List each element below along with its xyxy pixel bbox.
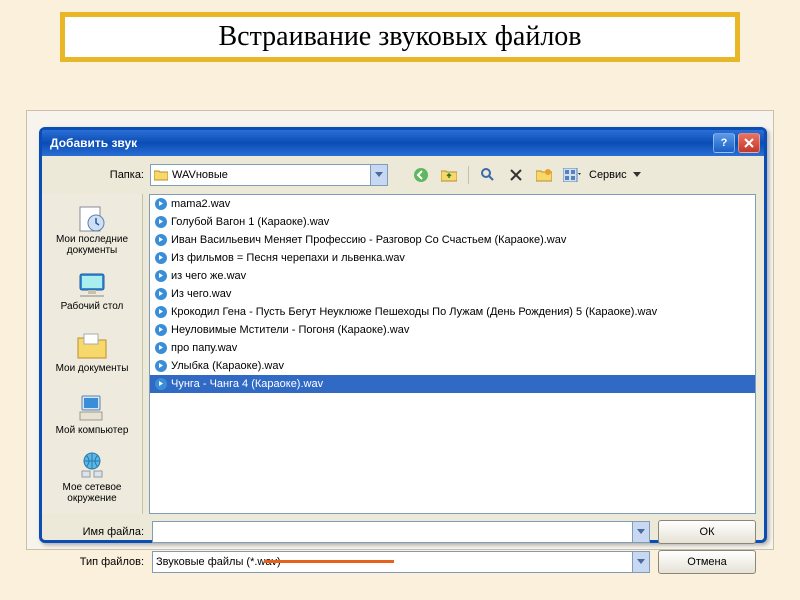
place-label: Мои последние документы (48, 234, 136, 256)
chevron-down-icon (632, 552, 649, 572)
wav-file-icon (154, 197, 168, 211)
file-dialog-window: Добавить звук ? Папка: WAVновые (39, 127, 767, 543)
slide-title-box: Встраивание звуковых файлов (60, 12, 740, 62)
dialog-container: Добавить звук ? Папка: WAVновые (26, 110, 774, 550)
file-name: Из фильмов = Песня черепахи и львенка.wa… (171, 252, 405, 264)
network-icon (76, 449, 108, 481)
up-folder-icon (441, 168, 457, 182)
desktop-icon (76, 268, 108, 300)
file-name: Голубой Вагон 1 (Караоке).wav (171, 216, 329, 228)
place-mydocs[interactable]: Мои документы (46, 322, 138, 382)
file-row[interactable]: из чего же.wav (150, 267, 755, 285)
file-row[interactable]: Улыбка (Караоке).wav (150, 357, 755, 375)
file-row[interactable]: Голубой Вагон 1 (Караоке).wav (150, 213, 755, 231)
file-name: Улыбка (Караоке).wav (171, 360, 284, 372)
search-icon (481, 168, 495, 182)
close-button[interactable] (738, 133, 760, 153)
file-name: Неуловимые Мстители - Погоня (Караоке).w… (171, 324, 409, 336)
wav-file-icon (154, 341, 168, 355)
file-name: Крокодил Гена - Пусть Бегут Неуклюже Пеш… (171, 306, 657, 318)
ok-button[interactable]: ОК (658, 520, 756, 544)
folder-icon (154, 169, 168, 181)
file-row[interactable]: Чунга - Чанга 4 (Караоке).wav (150, 375, 755, 393)
wav-file-icon (154, 287, 168, 301)
place-recent[interactable]: Мои последние документы (46, 198, 138, 258)
file-row[interactable]: Иван Васильевич Меняет Профессию - Разго… (150, 231, 755, 249)
computer-icon (76, 392, 108, 424)
toolbar: Папка: WAVновые (42, 156, 764, 194)
slide-title: Встраивание звуковых файлов (218, 21, 581, 53)
filename-input[interactable] (152, 521, 650, 543)
wav-file-icon (154, 215, 168, 229)
places-bar: Мои последние документы Рабочий стол Мои… (42, 194, 143, 514)
place-desktop[interactable]: Рабочий стол (46, 260, 138, 320)
place-label: Мой компьютер (56, 425, 129, 436)
chevron-down-icon (370, 165, 387, 185)
filetype-dropdown[interactable]: Звуковые файлы (*.wav) (152, 551, 650, 573)
file-name: Из чего.wav (171, 288, 231, 300)
wav-file-icon (154, 233, 168, 247)
back-button[interactable] (410, 164, 432, 186)
up-button[interactable] (438, 164, 460, 186)
titlebar: Добавить звук ? (42, 130, 764, 156)
place-network[interactable]: Мое сетевое окружение (46, 446, 138, 506)
new-folder-button[interactable] (533, 164, 555, 186)
annotation-underline (264, 560, 394, 563)
filetype-value: Звуковые файлы (*.wav) (156, 556, 281, 568)
place-label: Мои документы (56, 363, 129, 374)
new-folder-icon (536, 168, 552, 182)
wav-file-icon (154, 305, 168, 319)
chevron-down-icon (632, 522, 649, 542)
folder-label: Папка: (50, 169, 144, 181)
filename-label: Имя файла: (50, 526, 144, 538)
wav-file-icon (154, 251, 168, 265)
wav-file-icon (154, 359, 168, 373)
place-label: Мое сетевое окружение (48, 482, 136, 504)
chevron-down-icon (633, 172, 641, 178)
wav-file-icon (154, 323, 168, 337)
place-mycomputer[interactable]: Мой компьютер (46, 384, 138, 444)
close-icon (744, 138, 754, 148)
file-row[interactable]: Крокодил Гена - Пусть Бегут Неуклюже Пеш… (150, 303, 755, 321)
cancel-button[interactable]: Отмена (658, 550, 756, 574)
place-label: Рабочий стол (61, 301, 124, 312)
file-row[interactable]: mama2.wav (150, 195, 755, 213)
recent-icon (76, 201, 108, 233)
filetype-label: Тип файлов: (50, 556, 144, 568)
file-row[interactable]: Неуловимые Мстители - Погоня (Караоке).w… (150, 321, 755, 339)
file-name: Чунга - Чанга 4 (Караоке).wav (171, 378, 323, 390)
wav-file-icon (154, 269, 168, 283)
file-name: про папу.wav (171, 342, 237, 354)
views-icon (563, 168, 581, 182)
mydocs-icon (76, 330, 108, 362)
back-arrow-icon (413, 167, 429, 183)
tools-menu[interactable]: Сервис (589, 169, 627, 181)
delete-button[interactable] (505, 164, 527, 186)
folder-dropdown[interactable]: WAVновые (150, 164, 388, 186)
file-row[interactable]: Из чего.wav (150, 285, 755, 303)
file-list[interactable]: mama2.wav Голубой Вагон 1 (Караоке).wav Ив… (149, 194, 756, 514)
window-title: Добавить звук (46, 136, 137, 150)
file-row[interactable]: Из фильмов = Песня черепахи и львенка.wa… (150, 249, 755, 267)
views-button[interactable] (561, 164, 583, 186)
folder-value: WAVновые (172, 169, 228, 181)
help-button[interactable]: ? (713, 133, 735, 153)
separator (468, 166, 469, 184)
wav-file-icon (154, 377, 168, 391)
file-name: Иван Васильевич Меняет Профессию - Разго… (171, 234, 566, 246)
file-name: из чего же.wav (171, 270, 246, 282)
delete-icon (510, 169, 522, 181)
file-name: mama2.wav (171, 198, 230, 210)
bottom-panel: Имя файла: ОК Тип файлов: Звуковые файлы… (42, 514, 764, 574)
file-row[interactable]: про папу.wav (150, 339, 755, 357)
search-button[interactable] (477, 164, 499, 186)
